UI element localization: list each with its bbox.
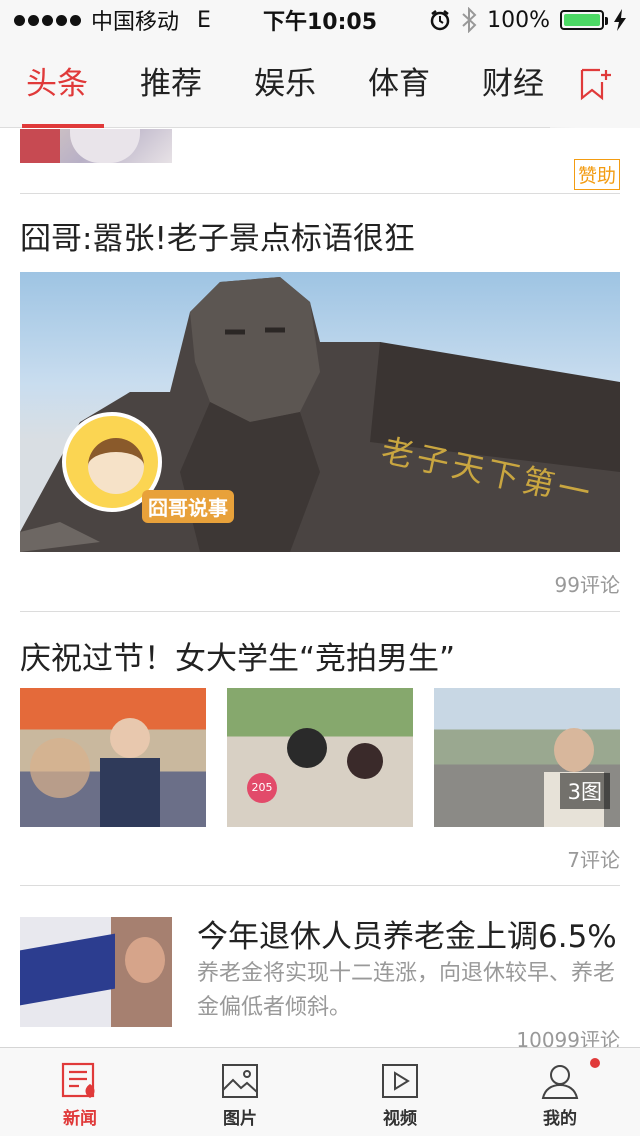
news-icon [61,1062,95,1098]
nav-pictures[interactable]: 图片 [160,1048,320,1136]
gallery-image-3[interactable]: 3图 [434,688,620,827]
sponsor-badge: 赞助 [573,159,620,190]
network-type: E [197,7,211,33]
gallery-image-2[interactable]: 205 [227,688,413,827]
nav-profile[interactable]: 我的 [480,1048,640,1136]
alarm-icon [430,10,450,31]
nav-pictures-label: 图片 [223,1109,257,1129]
cartoon-face [88,438,144,494]
nav-news[interactable]: 新闻 [0,1048,160,1136]
tab-recommend[interactable]: 推荐 [114,40,228,128]
tab-entertainment[interactable]: 娱乐 [228,40,342,128]
status-bar: 中国移动 E 下午10:05 100% [0,0,640,40]
divider [20,885,620,886]
bottom-nav: 新闻 图片 视频 我的 [0,1047,640,1136]
number-sign: 205 [247,773,277,803]
video-icon [382,1064,418,1098]
status-right: 100% [429,7,626,33]
news-feed[interactable]: 赞助 囧哥:嚣张!老子景点标语很狂 老子天下第一 囧哥说事 99评论 庆祝过节！… [0,129,640,1047]
article-title[interactable]: 囧哥:嚣张!老子景点标语很狂 [20,213,415,258]
article-image[interactable]: 老子天下第一 囧哥说事 [20,272,620,552]
ad-thumbnail[interactable] [20,129,172,163]
comment-count: 10099评论 [516,1028,620,1047]
gallery-image-1[interactable] [20,688,206,827]
tab-sports[interactable]: 体育 [342,40,456,128]
nav-news-label: 新闻 [63,1109,97,1129]
add-channel-button[interactable] [550,40,640,128]
bluetooth-icon [462,7,477,33]
nav-profile-label: 我的 [543,1109,577,1129]
battery-icon [560,10,608,30]
channel-tabs: 头条 推荐 娱乐 体育 财经 [0,40,640,128]
article-title[interactable]: 今年退休人员养老金上调6.5% [197,911,617,956]
tab-headlines[interactable]: 头条 [0,40,114,128]
divider [20,611,620,612]
signal-dots-icon [14,14,81,26]
carrier-name: 中国移动 [91,10,180,35]
article-summary: 养老金将实现十二连涨，向退休较早、养老金偏低者倾斜。 [197,961,616,1020]
bookmark-plus-icon [580,68,611,101]
divider [20,193,620,194]
comment-count: 99评论 [554,573,620,597]
article-title[interactable]: 庆祝过节！女大学生“竞拍男生” [20,633,455,678]
battery-percent: 100% [487,7,550,33]
article-thumbnail[interactable] [20,917,172,1027]
charging-icon [614,9,626,31]
profile-icon [541,1065,579,1099]
status-left: 中国移动 E [14,4,211,36]
nav-video-label: 视频 [383,1109,417,1129]
picture-icon [222,1064,258,1098]
column-logo-text: 囧哥说事 [142,490,234,523]
nav-video[interactable]: 视频 [320,1048,480,1136]
image-count-badge: 3图 [559,773,610,809]
notification-dot [590,1058,600,1068]
comment-count: 7评论 [567,848,620,872]
